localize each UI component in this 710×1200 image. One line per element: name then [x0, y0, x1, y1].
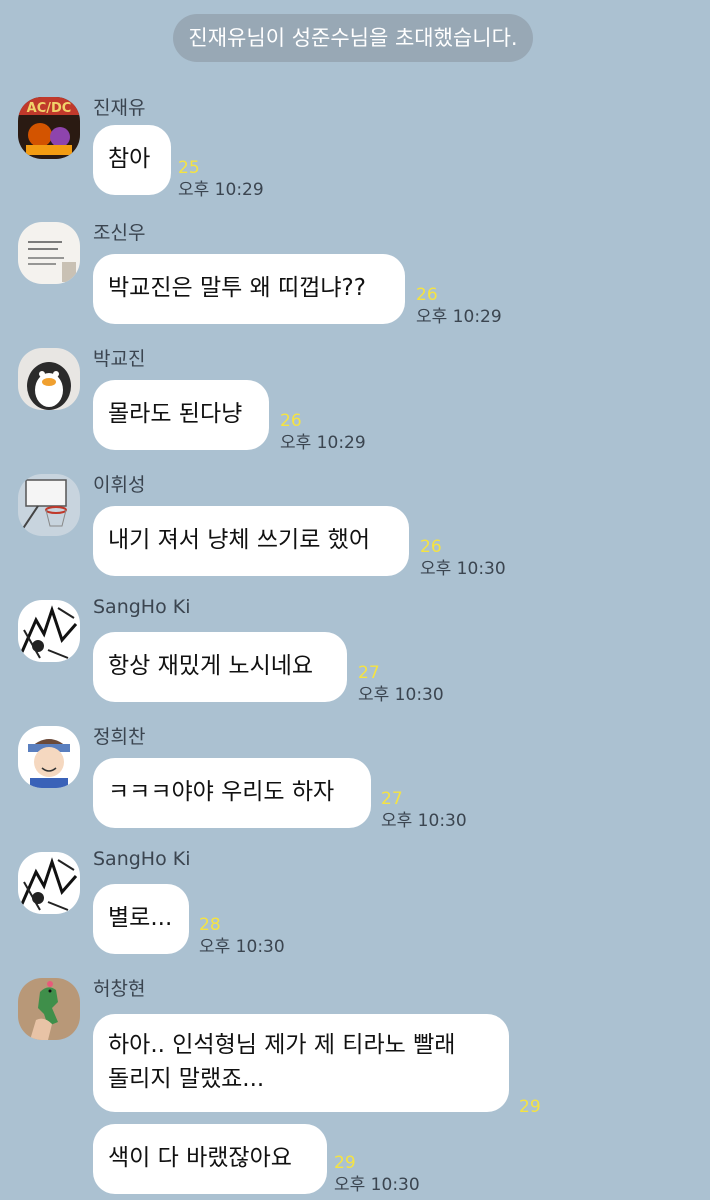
message-meta: 29 오후 10:30: [334, 1152, 420, 1196]
avatar[interactable]: AC/DC: [18, 97, 80, 159]
message-meta: 26 오후 10:29: [280, 410, 366, 454]
message-meta: 26 오후 10:30: [420, 536, 506, 580]
message-time: 오후 10:29: [178, 180, 264, 200]
band-poster-avatar-icon: AC/DC: [18, 97, 80, 159]
message-time: 오후 10:30: [199, 937, 285, 957]
message-bubble[interactable]: 몰라도 된다냥: [93, 380, 269, 450]
unread-count: 29: [334, 1153, 356, 1173]
message-meta: 28 오후 10:30: [199, 914, 285, 958]
message-bubble[interactable]: 하아.. 인석형님 제가 제 티라노 빨래 돌리지 말랬죠...: [93, 1014, 509, 1112]
avatar[interactable]: [18, 474, 80, 536]
notebook-avatar-icon: [18, 222, 80, 284]
message-meta: 25 오후 10:29: [178, 157, 264, 201]
message-time: 오후 10:30: [381, 811, 467, 831]
sender-name: SangHo Ki: [93, 848, 191, 870]
sender-name: 이휘성: [93, 474, 146, 496]
message-bubble[interactable]: 참아: [93, 125, 171, 195]
sender-name: 정희찬: [93, 726, 146, 748]
sender-name: 진재유: [93, 97, 146, 119]
message-text: 별로...: [108, 905, 173, 931]
message-text: ㅋㅋㅋ야야 우리도 하자: [108, 779, 335, 805]
avatar[interactable]: [18, 222, 80, 284]
unread-count: 26: [420, 537, 442, 557]
sender-name: 허창현: [93, 978, 146, 1000]
unread-count: 28: [199, 915, 221, 935]
message-bubble[interactable]: 별로...: [93, 884, 189, 954]
message-meta: 27 오후 10:30: [358, 662, 444, 706]
unread-count: 26: [280, 411, 302, 431]
message-bubble[interactable]: 색이 다 바랬잖아요: [93, 1124, 327, 1194]
manga-sketch-avatar-icon: [18, 600, 80, 662]
message-text: 참아: [108, 146, 151, 172]
sender-name: 박교진: [93, 348, 146, 370]
sender-name: SangHo Ki: [93, 596, 191, 618]
basketball-hoop-avatar-icon: [18, 474, 80, 536]
unread-count: 29: [519, 1097, 541, 1117]
penguin-plush-avatar-icon: [18, 348, 80, 410]
message-bubble[interactable]: ㅋㅋㅋ야야 우리도 하자: [93, 758, 371, 828]
message-bubble[interactable]: 항상 재밌게 노시네요: [93, 632, 347, 702]
message-text: 몰라도 된다냥: [108, 401, 243, 427]
avatar[interactable]: [18, 600, 80, 662]
avatar[interactable]: [18, 978, 80, 1040]
message-bubble[interactable]: 박교진은 말투 왜 띠껍냐??: [93, 254, 405, 324]
message-time: 오후 10:29: [280, 433, 366, 453]
message-meta: 27 오후 10:30: [381, 788, 467, 832]
avatar[interactable]: [18, 348, 80, 410]
unread-count: 25: [178, 158, 200, 178]
svg-text:AC/DC: AC/DC: [27, 101, 72, 116]
message-meta: 26 오후 10:29: [416, 284, 502, 328]
unread-count: 27: [381, 789, 403, 809]
message-text: 하아.. 인석형님 제가 제 티라노 빨래: [108, 1032, 456, 1058]
message-time: 오후 10:29: [416, 307, 502, 327]
system-notice: 진재유님이 성준수님을 초대했습니다.: [173, 14, 533, 62]
message-time: 오후 10:30: [334, 1175, 420, 1195]
message-bubble[interactable]: 내기 져서 냥체 쓰기로 했어: [93, 506, 409, 576]
message-time: 오후 10:30: [420, 559, 506, 579]
cartoon-boy-avatar-icon: [18, 726, 80, 788]
avatar[interactable]: [18, 852, 80, 914]
message-meta: 29: [519, 1096, 541, 1118]
unread-count: 26: [416, 285, 438, 305]
unread-count: 27: [358, 663, 380, 683]
message-text: 색이 다 바랬잖아요: [108, 1145, 292, 1171]
message-text: 돌리지 말랬죠...: [108, 1066, 265, 1092]
message-text: 박교진은 말투 왜 띠껍냐??: [108, 275, 366, 301]
sender-name: 조신우: [93, 222, 146, 244]
dinosaur-toy-avatar-icon: [18, 978, 80, 1040]
manga-sketch-avatar-icon: [18, 852, 80, 914]
avatar[interactable]: [18, 726, 80, 788]
message-time: 오후 10:30: [358, 685, 444, 705]
message-text: 항상 재밌게 노시네요: [108, 653, 314, 679]
message-text: 내기 져서 냥체 쓰기로 했어: [108, 527, 371, 553]
